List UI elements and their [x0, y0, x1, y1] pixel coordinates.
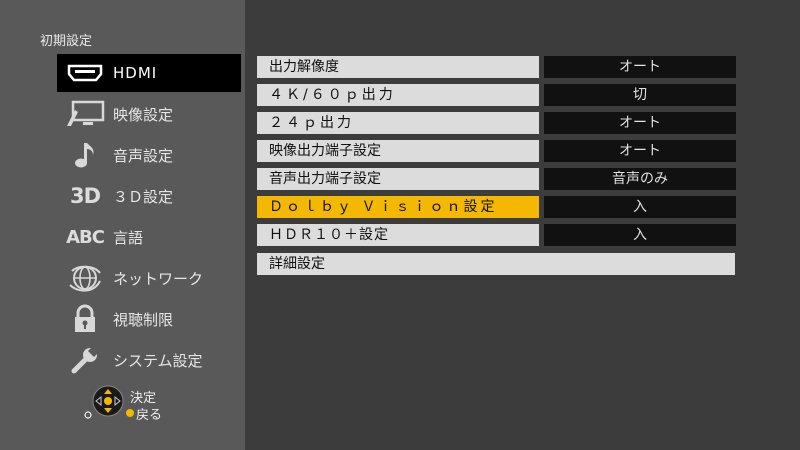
music-note-icon — [63, 140, 107, 170]
setting-label: 映像出力端子設定 — [257, 140, 539, 162]
sidebar-item-label: HDMI — [113, 64, 158, 82]
monitor-icon — [63, 99, 107, 129]
sidebar-item-language[interactable]: ABC 言語 — [57, 218, 241, 256]
setting-label: ４Ｋ/６０ｐ出力 — [257, 84, 539, 106]
help-back-label: 戻る — [136, 408, 163, 423]
return-small-icon — [84, 411, 92, 419]
setting-label: Ｄｏｌｂｙ Ｖｉｓｉｏｎ設定 — [257, 196, 539, 218]
sidebar-item-label: 言語 — [113, 228, 144, 247]
remote-help: 決定 戻る — [84, 383, 204, 423]
direction-pad-icon — [92, 385, 124, 417]
3d-icon: 3D — [69, 184, 101, 208]
sidebar-item-label: ３Ｄ設定 — [113, 187, 174, 206]
sidebar-item-label: 音声設定 — [113, 146, 174, 165]
sidebar-item-3d[interactable]: 3D ３Ｄ設定 — [57, 177, 241, 215]
setting-label: 詳細設定 — [257, 253, 735, 275]
setting-label: ２４ｐ出力 — [257, 112, 539, 134]
setting-value[interactable]: 入 — [544, 224, 736, 246]
setting-value[interactable]: 音声のみ — [544, 168, 736, 190]
lock-icon — [63, 304, 107, 334]
setting-value[interactable]: オート — [544, 140, 736, 162]
sidebar-item-system[interactable]: システム設定 — [57, 341, 241, 379]
wrench-icon — [63, 345, 107, 375]
setting-label: 出力解像度 — [257, 56, 539, 78]
sidebar-item-hdmi[interactable]: HDMI — [57, 54, 241, 92]
return-button-icon — [126, 409, 134, 417]
sidebar-item-parental-lock[interactable]: 視聴制限 — [57, 300, 241, 338]
sidebar-item-label: ネットワーク — [113, 269, 204, 288]
setting-value[interactable]: 切 — [544, 84, 736, 106]
setting-value[interactable]: 入 — [544, 196, 736, 218]
sidebar: 初期設定 HDMI 映像設定 音声設定 3D ３Ｄ設定 ABC 言語 ネットワー… — [0, 0, 245, 450]
setting-value[interactable]: オート — [544, 56, 736, 78]
setting-label: 音声出力端子設定 — [257, 168, 539, 190]
sidebar-item-audio[interactable]: 音声設定 — [57, 136, 241, 174]
sidebar-item-label: 映像設定 — [113, 105, 174, 124]
sidebar-item-label: 視聴制限 — [113, 310, 174, 329]
sidebar-item-network[interactable]: ネットワーク — [57, 259, 241, 297]
sidebar-item-label: システム設定 — [113, 351, 203, 370]
abc-icon: ABC — [66, 226, 105, 248]
setting-value[interactable]: オート — [544, 112, 736, 134]
sidebar-item-video[interactable]: 映像設定 — [57, 95, 241, 133]
sidebar-title: 初期設定 — [40, 34, 93, 49]
hdmi-port-icon — [63, 58, 107, 88]
globe-network-icon — [63, 263, 107, 293]
setting-label: ＨＤＲ１０＋設定 — [257, 224, 539, 246]
